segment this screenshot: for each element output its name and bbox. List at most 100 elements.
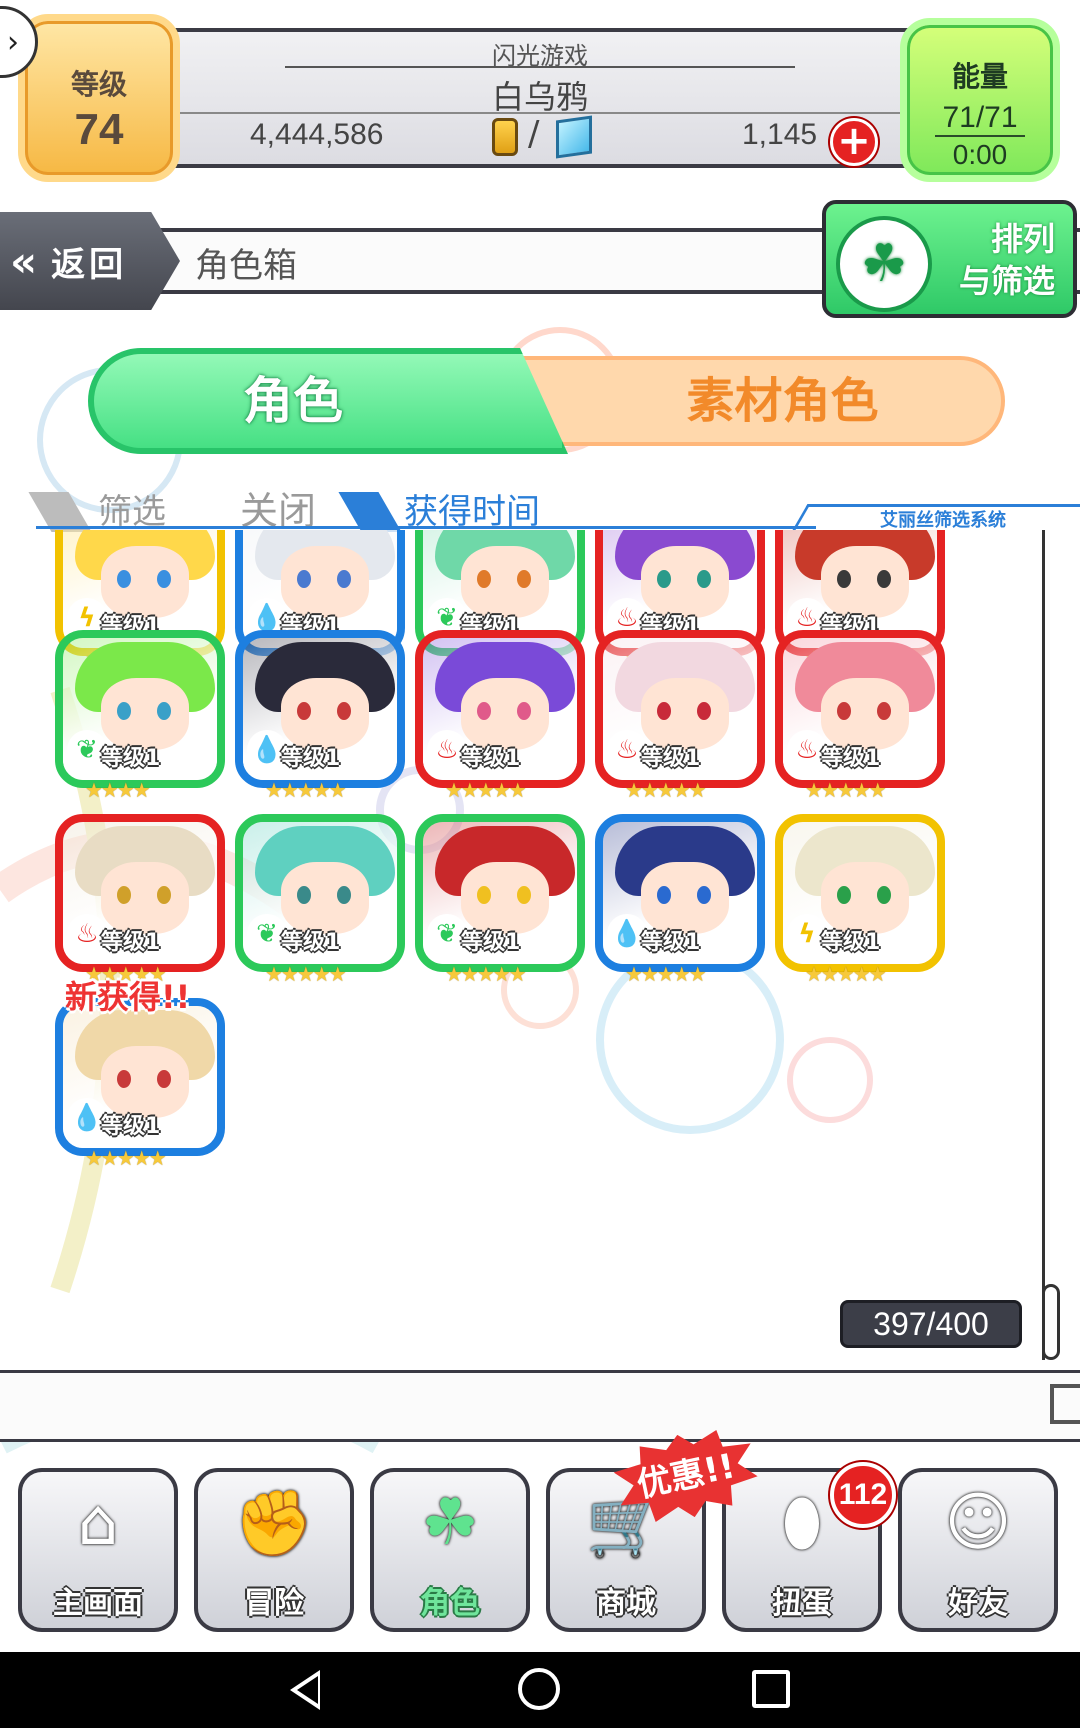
portrait-eye — [117, 886, 131, 904]
friends-icon: ☺ — [944, 1486, 1012, 1560]
character-card[interactable]: ❦ 等级1 ★★★★★ — [415, 814, 585, 986]
character-card[interactable]: ♨ 等级1 ★★★★★ — [775, 630, 945, 802]
portrait-eye — [517, 702, 531, 720]
nav-handshake-button[interactable]: ✊ 冒险 — [194, 1468, 354, 1632]
character-frame: ϟ 等级1 — [775, 814, 945, 972]
portrait-eye — [477, 702, 491, 720]
home-icon: ⌂ — [77, 1486, 119, 1560]
nav-label: 扭蛋 — [772, 1586, 832, 1621]
character-frame: 💧 等级1 — [55, 998, 225, 1156]
portrait-eye — [517, 886, 531, 904]
portrait-eye — [297, 570, 311, 588]
portrait-eye — [157, 886, 171, 904]
portrait-eye — [157, 570, 171, 588]
gacha-count-badge: 112 — [830, 1462, 896, 1528]
portrait-eye — [337, 886, 351, 904]
gold-coin-icon — [492, 118, 518, 156]
character-card[interactable]: ❦等级1★★★★ — [55, 630, 225, 802]
buy-gems-button[interactable]: + — [830, 118, 878, 166]
character-level: 等级1 — [281, 930, 341, 955]
level-value: 74 — [74, 105, 124, 154]
character-card[interactable]: ϟ 等级1 ★★★★★ — [775, 814, 945, 986]
portrait-eye — [517, 570, 531, 588]
character-frame: 💧 等级1 — [235, 630, 405, 788]
new-badge: 新获得!! — [65, 978, 191, 1016]
page-title: 角色箱 — [195, 246, 297, 286]
rarity-stars: ★★★★★ — [445, 778, 527, 802]
character-frame: ♨ 等级1 — [55, 814, 225, 972]
portrait-eye — [297, 702, 311, 720]
portrait-eye — [697, 570, 711, 588]
portrait-eye — [157, 1070, 171, 1088]
character-level: 等级1 — [461, 930, 521, 955]
system-home-icon[interactable] — [518, 1668, 560, 1710]
handshake-icon: ✊ — [234, 1487, 314, 1561]
rarity-stars: ★★★★ — [85, 778, 151, 802]
portrait-eye — [117, 1070, 131, 1088]
character-frame: ♨ 等级1 — [595, 630, 765, 788]
portrait-eye — [337, 570, 351, 588]
scrollbar-thumb[interactable] — [1042, 1284, 1060, 1360]
character-card[interactable]: ♨ 等级1 ★★★★★ — [595, 630, 765, 802]
portrait-eye — [657, 570, 671, 588]
gem-icon — [556, 115, 592, 159]
sort-filter-button[interactable]: ☘ 排列 与筛选 — [822, 200, 1077, 318]
character-card[interactable]: 💧 等级1 ★★★★★ 新获得!! — [55, 978, 225, 1170]
portrait-eye — [157, 702, 171, 720]
currency-separator: / — [528, 114, 540, 154]
rarity-stars: ★★★★★ — [265, 778, 347, 802]
nav-friends-button[interactable]: ☺ 好友 — [898, 1468, 1058, 1632]
energy-label: 能量 — [951, 61, 1008, 92]
divider — [285, 66, 795, 68]
back-label: 返回 — [51, 244, 128, 285]
portrait-eye — [697, 886, 711, 904]
scrollbar-track[interactable] — [1042, 530, 1058, 1360]
energy-panel[interactable]: 能量 71/71 0:00 — [900, 18, 1060, 182]
rabbit-icon: ☘ — [421, 1486, 479, 1560]
character-frame: ♨ 等级1 — [775, 630, 945, 788]
rarity-stars: ★★★★★ — [805, 778, 887, 802]
portrait-eye — [877, 702, 891, 720]
nav-label: 冒险 — [244, 1586, 304, 1621]
portrait-eye — [697, 702, 711, 720]
portrait-eye — [837, 702, 851, 720]
portrait-eye — [657, 886, 671, 904]
divider — [180, 112, 900, 114]
nav-label: 主画面 — [53, 1586, 143, 1621]
portrait-eye — [657, 702, 671, 720]
system-recents-icon[interactable] — [752, 1670, 790, 1708]
nav-label: 好友 — [948, 1586, 1008, 1621]
nav-rabbit-button[interactable]: ☘ 角色 — [370, 1468, 530, 1632]
rarity-stars: ★★★★★ — [625, 962, 707, 986]
rarity-stars: ★★★★★ — [805, 962, 887, 986]
portrait-eye — [877, 570, 891, 588]
character-level: 等级1 — [641, 746, 701, 771]
filter-system-label: 艾丽丝筛选系统 — [880, 510, 1006, 531]
portrait-eye — [477, 570, 491, 588]
portrait-eye — [117, 702, 131, 720]
rabbit-icon: ☘ — [836, 216, 932, 312]
info-bar — [0, 1370, 1080, 1442]
nav-label: 商城 — [596, 1586, 656, 1621]
nav-home-button[interactable]: ⌂ 主画面 — [18, 1468, 178, 1632]
portrait-eye — [337, 702, 351, 720]
portrait-eye — [877, 886, 891, 904]
character-card[interactable]: 💧等级1★★★★★ — [235, 630, 405, 802]
character-level: 等级1 — [101, 746, 161, 771]
character-card[interactable]: ♨ 等级1 ★★★★★ — [55, 814, 225, 986]
character-level: 等级1 — [101, 1114, 161, 1139]
tab-characters[interactable]: 角色 — [88, 348, 568, 454]
filter-divider — [36, 526, 816, 529]
portrait-eye — [117, 570, 131, 588]
plus-icon: + — [837, 118, 871, 164]
back-button[interactable]: « 返回 — [0, 212, 180, 310]
rarity-stars: ★★★★★ — [445, 962, 527, 986]
gem-amount: 1,145 — [742, 118, 818, 151]
character-card[interactable]: ❦ 等级1 ★★★★★ — [235, 814, 405, 986]
rarity-stars: ★★★★★ — [625, 778, 707, 802]
character-card[interactable]: ♨ 等级1 ★★★★★ — [415, 630, 585, 802]
level-label: 等级 — [70, 69, 127, 100]
character-level: 等级1 — [461, 746, 521, 771]
portrait-eye — [837, 886, 851, 904]
character-card[interactable]: 💧等级1★★★★★ — [595, 814, 765, 986]
